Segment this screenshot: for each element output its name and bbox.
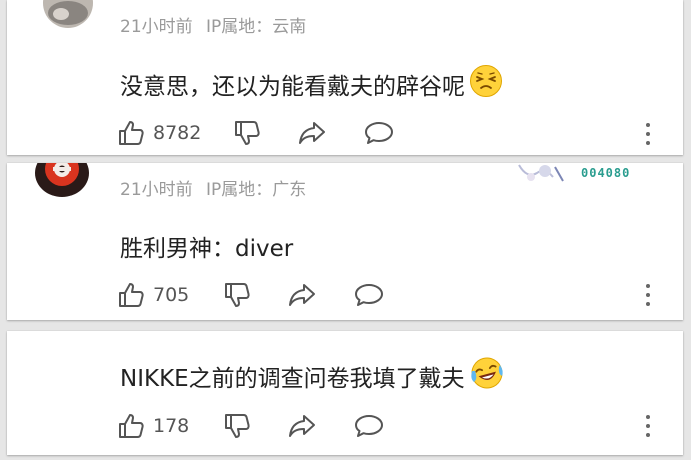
laughing-tears-face-icon xyxy=(469,355,505,397)
more-options-icon[interactable] xyxy=(645,122,651,150)
like-button[interactable]: 705 xyxy=(117,281,189,309)
thumbs-up-icon xyxy=(117,119,145,147)
comment-text: 没意思，还以为能看戴夫的辟谷呢 xyxy=(120,74,465,100)
thumbs-up-icon xyxy=(117,281,145,309)
comment-text-row: 没意思，还以为能看戴夫的辟谷呢 xyxy=(120,64,503,104)
comment-meta: 21小时前 IP属地：云南 xyxy=(120,12,314,37)
thumbs-down-icon xyxy=(223,281,251,309)
comment-card: NIKKE之前的调查问卷我填了戴夫 178 xyxy=(7,331,683,455)
share-button[interactable] xyxy=(297,119,327,147)
comment-actions: 178 xyxy=(117,410,385,442)
share-icon xyxy=(287,281,317,309)
comment-location: IP属地：广东 xyxy=(206,180,307,200)
comment-actions: 705 xyxy=(117,279,385,311)
comment-text: NIKKE之前的调查问卷我填了戴夫 xyxy=(120,366,465,392)
dislike-button[interactable] xyxy=(223,412,251,440)
like-count: 8782 xyxy=(153,122,202,144)
more-options-icon[interactable] xyxy=(645,283,651,311)
comment-bubble-icon xyxy=(353,281,385,309)
thumbs-up-icon xyxy=(117,412,145,440)
comment-bubble-icon xyxy=(363,119,395,147)
reply-button[interactable] xyxy=(353,412,385,440)
share-icon xyxy=(287,412,317,440)
avatar[interactable] xyxy=(35,163,89,197)
thumbs-down-icon xyxy=(233,119,261,147)
share-button[interactable] xyxy=(287,281,317,309)
like-count: 178 xyxy=(153,415,190,437)
comment-text: 胜利男神：diver xyxy=(120,236,294,262)
like-count: 705 xyxy=(153,284,190,306)
comment-time: 21小时前 xyxy=(120,17,193,37)
comment-location: IP属地：云南 xyxy=(206,17,307,37)
reply-button[interactable] xyxy=(363,119,395,147)
comment-time: 21小时前 xyxy=(120,180,193,200)
thumbs-down-icon xyxy=(223,412,251,440)
more-options-icon[interactable] xyxy=(645,414,651,442)
comment-card: 21小时前 IP属地：广东 004080 胜利男神：diver 705 xyxy=(7,163,683,320)
user-badge-number: 004080 xyxy=(581,166,631,180)
comment-card: 21小时前 IP属地：云南 没意思，还以为能看戴夫的辟谷呢 8782 xyxy=(7,0,683,155)
share-icon xyxy=(297,119,327,147)
share-button[interactable] xyxy=(287,412,317,440)
comment-text-row: NIKKE之前的调查问卷我填了戴夫 xyxy=(120,355,505,397)
comment-meta: 21小时前 IP属地：广东 xyxy=(120,175,314,200)
comment-actions: 8782 xyxy=(117,117,395,149)
comment-text-row: 胜利男神：diver xyxy=(120,229,293,263)
dislike-button[interactable] xyxy=(233,119,261,147)
reply-button[interactable] xyxy=(353,281,385,309)
dislike-button[interactable] xyxy=(223,281,251,309)
like-button[interactable]: 178 xyxy=(117,412,189,440)
user-badge-image xyxy=(515,163,575,189)
like-button[interactable]: 8782 xyxy=(117,119,201,147)
comment-bubble-icon xyxy=(353,412,385,440)
avatar[interactable] xyxy=(43,0,93,28)
smirk-face-icon xyxy=(469,64,503,104)
